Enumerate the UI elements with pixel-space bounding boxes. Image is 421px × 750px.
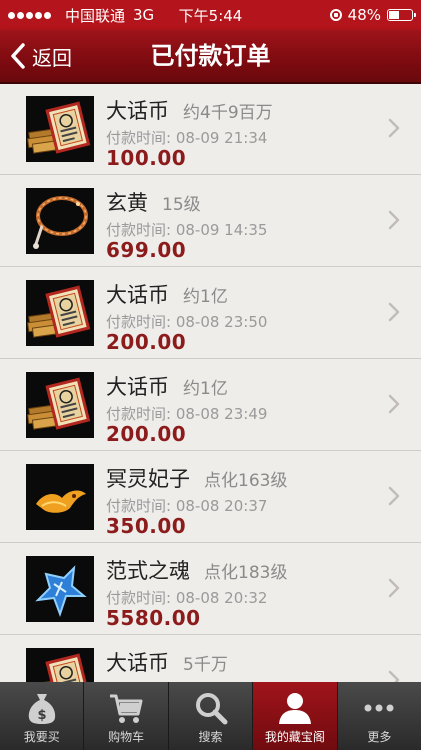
tab-user[interactable]: 我的藏宝阁 bbox=[253, 682, 338, 750]
item-thumbnail bbox=[26, 464, 94, 530]
search-icon bbox=[192, 690, 230, 726]
item-title: 大话币 bbox=[106, 99, 169, 123]
item-price: 350.00 bbox=[106, 514, 187, 538]
item-thumbnail bbox=[26, 372, 94, 438]
back-label: 返回 bbox=[32, 45, 72, 70]
order-row[interactable]: 大话币 约1亿 付款时间: 08-08 23:50 200.00 bbox=[0, 267, 421, 359]
item-thumbnail bbox=[26, 188, 94, 254]
chevron-left-icon bbox=[11, 43, 25, 69]
item-detail: 5千万 bbox=[183, 655, 228, 675]
item-detail: 15级 bbox=[162, 195, 201, 215]
item-title: 冥灵妃子 bbox=[106, 467, 190, 491]
battery-fill bbox=[389, 11, 399, 19]
payment-time: 付款时间: 08-08 20:32 bbox=[106, 589, 268, 607]
tab-money-bag[interactable]: $ 我要买 bbox=[0, 682, 85, 750]
item-name: 大话币 约1亿 bbox=[106, 279, 228, 309]
item-detail: 约1亿 bbox=[183, 287, 228, 307]
item-title: 大话币 bbox=[106, 375, 169, 399]
cart-icon bbox=[107, 690, 145, 726]
chevron-right-icon bbox=[388, 670, 400, 682]
item-price: 699.00 bbox=[106, 238, 187, 262]
battery-percent: 48% bbox=[347, 6, 381, 24]
tab-label: 我要买 bbox=[23, 730, 60, 744]
back-button[interactable]: 返回 bbox=[10, 30, 72, 82]
order-list: 大话币 约4千9百万 付款时间: 08-09 21:34 100.00 玄黄 15级… bbox=[0, 84, 421, 682]
network-label: 3G bbox=[133, 6, 155, 24]
item-name: 玄黄 15级 bbox=[106, 187, 201, 217]
order-row[interactable]: 大话币 约1亿 付款时间: 08-08 23:49 200.00 bbox=[0, 359, 421, 451]
item-detail: 点化183级 bbox=[204, 563, 288, 583]
item-detail: 约1亿 bbox=[183, 379, 228, 399]
item-price: 200.00 bbox=[106, 330, 187, 354]
battery-icon bbox=[387, 9, 416, 21]
item-name: 冥灵妃子 点化163级 bbox=[106, 463, 287, 493]
item-thumbnail bbox=[26, 96, 94, 162]
item-thumbnail bbox=[26, 556, 94, 622]
tab-label: 搜索 bbox=[198, 730, 223, 744]
item-price: 100.00 bbox=[106, 146, 187, 170]
tab-label: 我的藏宝阁 bbox=[264, 730, 325, 744]
order-row[interactable]: 大话币5千万 付款时间: 08-08 18:26 bbox=[0, 635, 421, 682]
rotation-lock-icon bbox=[329, 9, 342, 21]
more-icon bbox=[360, 690, 398, 726]
item-name: 大话币 约4千9百万 bbox=[106, 95, 273, 125]
signal-strength-icon bbox=[8, 11, 51, 19]
item-title: 玄黄 bbox=[106, 191, 148, 215]
payment-time: 付款时间: 08-08 23:49 bbox=[106, 405, 268, 423]
order-row[interactable]: 范式之魂 点化183级 付款时间: 08-08 20:32 5580.00 bbox=[0, 543, 421, 635]
carrier-label: 中国联通 bbox=[65, 6, 126, 25]
tab-search[interactable]: 搜索 bbox=[169, 682, 254, 750]
tab-cart[interactable]: 购物车 bbox=[84, 682, 169, 750]
item-detail: 约4千9百万 bbox=[183, 103, 273, 123]
item-thumbnail bbox=[26, 280, 94, 346]
chevron-right-icon bbox=[388, 210, 400, 230]
status-bar: 中国联通 3G 下午5:44 48% bbox=[0, 0, 421, 30]
tab-bar: $ 我要买 购物车 搜索 我的藏宝阁 更多 bbox=[0, 682, 421, 750]
item-name: 范式之魂 点化183级 bbox=[106, 555, 287, 585]
item-title: 范式之魂 bbox=[106, 559, 190, 583]
item-detail: 点化163级 bbox=[204, 471, 288, 491]
status-left: 中国联通 3G bbox=[8, 5, 154, 26]
item-title: 大话币 bbox=[106, 651, 169, 675]
payment-time: 付款时间: 08-08 23:50 bbox=[106, 313, 268, 331]
svg-text:$: $ bbox=[37, 708, 46, 723]
item-title: 大话币 bbox=[106, 283, 169, 307]
chevron-right-icon bbox=[388, 394, 400, 414]
chevron-right-icon bbox=[388, 118, 400, 138]
chevron-right-icon bbox=[388, 578, 400, 598]
user-icon bbox=[276, 690, 314, 726]
chevron-right-icon bbox=[388, 302, 400, 322]
money-bag-icon: $ bbox=[23, 690, 61, 726]
order-row[interactable]: 大话币 约4千9百万 付款时间: 08-09 21:34 100.00 bbox=[0, 84, 421, 175]
payment-time: 付款时间: 08-09 21:34 bbox=[106, 129, 268, 147]
chevron-right-icon bbox=[388, 486, 400, 506]
navigation-bar: 返回 已付款订单 bbox=[0, 30, 421, 84]
item-name: 大话币 5千万 bbox=[106, 647, 228, 677]
status-right: 48% bbox=[329, 6, 416, 24]
tab-more[interactable]: 更多 bbox=[338, 682, 421, 750]
item-name: 大话币 约1亿 bbox=[106, 371, 228, 401]
tab-label: 更多 bbox=[367, 730, 392, 744]
item-price: 200.00 bbox=[106, 422, 187, 446]
tab-label: 购物车 bbox=[108, 730, 145, 744]
item-thumbnail bbox=[26, 648, 94, 682]
order-row[interactable]: 冥灵妃子 点化163级 付款时间: 08-08 20:37 350.00 bbox=[0, 451, 421, 543]
order-row[interactable]: 玄黄 15级 付款时间: 08-09 14:35 699.00 bbox=[0, 175, 421, 267]
item-price: 5580.00 bbox=[106, 606, 201, 630]
payment-time: 付款时间: 08-08 20:37 bbox=[106, 497, 268, 515]
payment-time: 付款时间: 08-09 14:35 bbox=[106, 221, 268, 239]
